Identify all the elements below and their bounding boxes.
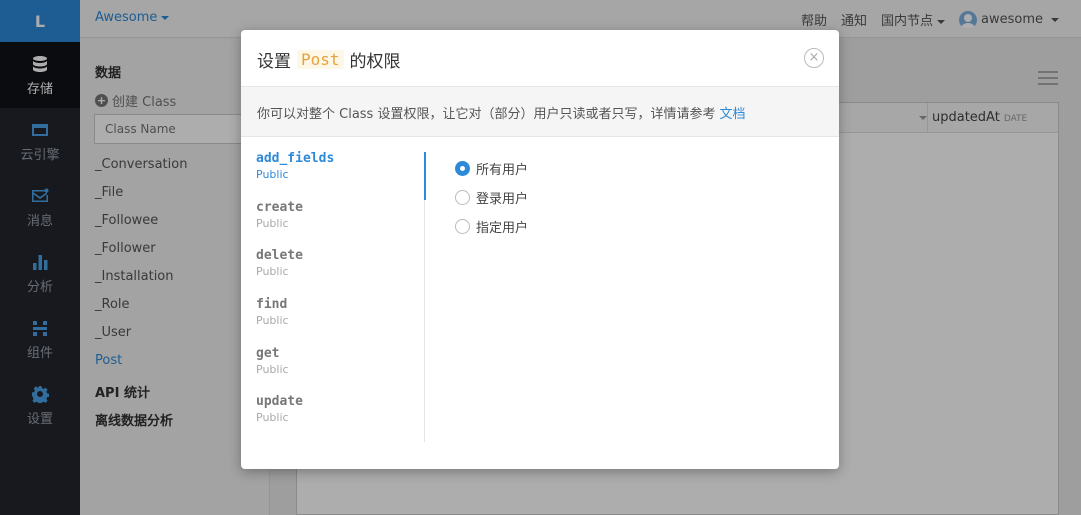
- permission-item-update[interactable]: update Public: [256, 394, 426, 443]
- modal-description: 你可以对整个 Class 设置权限，让它对（部分）用户只读或者只写，详情请参考文…: [241, 87, 839, 137]
- permission-scope: Public: [256, 362, 289, 376]
- radio-button[interactable]: [455, 219, 470, 234]
- title-prefix: 设置: [257, 52, 291, 72]
- permission-item-delete[interactable]: delete Public: [256, 248, 426, 297]
- class-name-tag: Post: [297, 50, 344, 69]
- radio-specified-users[interactable]: 指定用户: [455, 212, 528, 241]
- permission-scope: Public: [256, 411, 289, 425]
- permission-scope: Public: [256, 168, 289, 181]
- modal-title: 设置 Post 的权限: [257, 47, 401, 72]
- radio-label: 指定用户: [476, 221, 529, 236]
- permission-item-get[interactable]: get Public: [256, 346, 426, 395]
- radio-logged-in-users[interactable]: 登录用户: [455, 183, 528, 212]
- doc-link[interactable]: 文档: [719, 107, 745, 122]
- access-radio-group: 所有用户 登录用户 指定用户: [455, 154, 528, 241]
- close-icon[interactable]: ×: [804, 48, 824, 68]
- radio-all-users[interactable]: 所有用户: [455, 154, 528, 183]
- permission-item-create[interactable]: create Public: [256, 200, 426, 249]
- permission-name: create: [256, 199, 303, 215]
- permission-name: update: [256, 394, 303, 410]
- active-indicator: [424, 152, 426, 200]
- radio-label: 登录用户: [476, 192, 529, 207]
- permission-scope: Public: [256, 314, 289, 328]
- description-text: 你可以对整个 Class 设置权限，让它对（部分）用户只读或者只写，详情请参考: [257, 107, 716, 122]
- permission-name: add_fields: [256, 151, 335, 166]
- permission-scope: Public: [256, 216, 289, 230]
- radio-label: 所有用户: [476, 163, 529, 178]
- modal-body: add_fields Public create Public delete P…: [241, 137, 839, 467]
- permission-list: add_fields Public create Public delete P…: [256, 151, 426, 443]
- permission-name: get: [256, 345, 280, 361]
- permission-modal: 设置 Post 的权限 × 你可以对整个 Class 设置权限，让它对（部分）用…: [241, 30, 839, 469]
- radio-button-checked[interactable]: [455, 161, 470, 176]
- permission-item-add-fields[interactable]: add_fields Public: [256, 151, 426, 200]
- radio-button[interactable]: [455, 190, 470, 205]
- permission-scope: Public: [256, 265, 289, 279]
- permission-item-find[interactable]: find Public: [256, 297, 426, 346]
- title-suffix: 的权限: [349, 52, 401, 72]
- modal-header: 设置 Post 的权限 ×: [241, 30, 839, 87]
- permission-name: find: [256, 297, 288, 313]
- permission-name: delete: [256, 248, 303, 264]
